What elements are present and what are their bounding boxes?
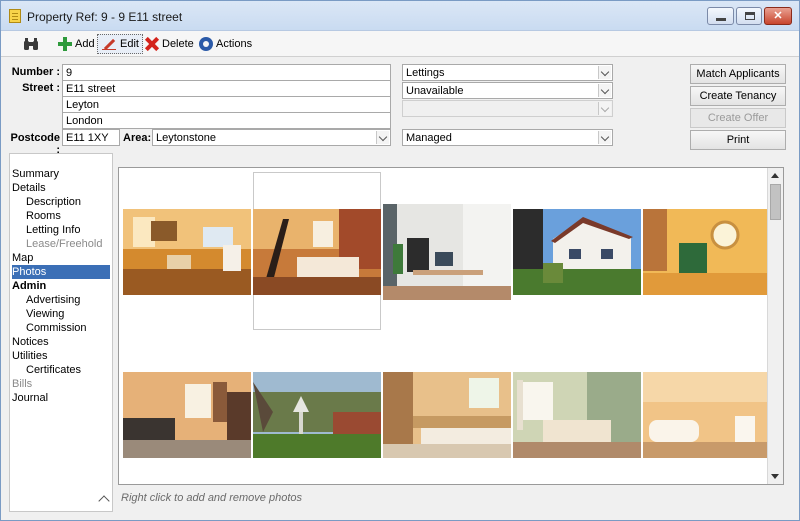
scroll-up-icon[interactable] [771, 173, 779, 178]
photo-thumbnail[interactable] [123, 209, 251, 295]
address-line3-field[interactable]: London [62, 112, 391, 129]
number-field[interactable]: 9 [62, 64, 391, 81]
close-button[interactable]: ✕ [764, 7, 792, 25]
listing-type-value: Lettings [406, 67, 445, 79]
photo-thumbnail[interactable] [643, 209, 771, 295]
street-field[interactable]: E11 street [62, 80, 391, 97]
scroll-thumb[interactable] [770, 184, 781, 220]
chevron-up-icon[interactable] [98, 495, 110, 507]
delete-x-icon [145, 37, 159, 51]
management-value: Managed [406, 132, 452, 144]
area-select[interactable]: Leytonstone [152, 129, 391, 146]
window-title: Property Ref: 9 - 9 E11 street [27, 10, 183, 24]
photo-thumbnail[interactable] [253, 372, 381, 458]
photo-thumbnail[interactable] [513, 209, 641, 295]
print-button[interactable]: Print [690, 130, 786, 150]
minimize-button[interactable] [707, 7, 734, 25]
number-label: Number : [11, 66, 60, 78]
nav-item-map[interactable]: Map [12, 251, 33, 265]
photos-scrollbar[interactable] [767, 168, 783, 484]
section-nav: Summary Details Description Rooms Lettin… [9, 153, 113, 512]
create-offer-button: Create Offer [690, 108, 786, 128]
document-icon [9, 9, 21, 23]
nav-item-journal[interactable]: Journal [12, 391, 48, 405]
edit-label: Edit [120, 38, 139, 50]
scroll-down-icon[interactable] [771, 474, 779, 479]
match-applicants-button[interactable]: Match Applicants [690, 64, 786, 84]
postcode-field[interactable]: E11 1XY [62, 129, 120, 146]
create-tenancy-button[interactable]: Create Tenancy [690, 86, 786, 106]
nav-item-letting-info[interactable]: Letting Info [26, 223, 80, 237]
listing-type-select[interactable]: Lettings [402, 64, 613, 81]
toolbar: Add Edit Delete Actions [1, 31, 799, 57]
status-value: Unavailable [406, 85, 464, 97]
chevron-down-icon [598, 84, 611, 97]
area-value: Leytonstone [156, 132, 216, 144]
address-line2-field[interactable]: Leyton [62, 96, 391, 113]
management-select[interactable]: Managed [402, 129, 613, 146]
photo-thumbnail[interactable] [253, 209, 381, 295]
edit-button[interactable]: Edit [97, 34, 143, 54]
nav-item-rooms[interactable]: Rooms [26, 209, 61, 223]
title-bar: Property Ref: 9 - 9 E11 street ✕ [1, 1, 799, 31]
minimize-icon [716, 18, 726, 21]
nav-item-certificates[interactable]: Certificates [26, 363, 81, 377]
nav-item-notices[interactable]: Notices [12, 335, 49, 349]
chevron-down-icon [376, 131, 389, 144]
delete-button[interactable]: Delete [142, 34, 197, 54]
nav-item-admin[interactable]: Admin [12, 279, 46, 293]
binoculars-icon[interactable] [23, 36, 39, 52]
nav-item-advertising[interactable]: Advertising [26, 293, 80, 307]
nav-item-photos[interactable]: Photos [12, 265, 110, 279]
photo-thumbnail[interactable] [383, 372, 511, 458]
actions-label: Actions [216, 38, 253, 50]
nav-item-commission[interactable]: Commission [26, 321, 87, 335]
add-button[interactable]: Add [55, 34, 98, 54]
nav-item-description[interactable]: Description [26, 195, 81, 209]
chevron-down-icon [598, 66, 611, 79]
close-icon: ✕ [773, 10, 783, 22]
nav-item-lease-freehold: Lease/Freehold [26, 238, 103, 250]
nav-item-details[interactable]: Details [12, 181, 46, 195]
photo-thumbnail[interactable] [123, 372, 251, 458]
gear-icon [199, 37, 213, 51]
photo-thumbnail[interactable] [643, 372, 771, 458]
add-label: Add [75, 38, 95, 50]
maximize-icon [745, 12, 755, 20]
pencil-icon [101, 37, 117, 51]
photo-gallery[interactable] [118, 167, 784, 485]
photo-thumbnail[interactable] [383, 204, 511, 300]
area-label: Area: [123, 132, 152, 144]
status-select[interactable]: Unavailable [402, 82, 613, 99]
photo-thumbnail[interactable] [513, 372, 641, 458]
nav-item-bills: Bills [12, 378, 33, 390]
nav-item-viewing[interactable]: Viewing [26, 307, 64, 321]
plus-icon [58, 37, 72, 51]
nav-item-summary[interactable]: Summary [12, 167, 59, 181]
maximize-button[interactable] [736, 7, 762, 25]
photos-hint: Right click to add and remove photos [121, 492, 302, 504]
status-detail-select [402, 100, 613, 117]
actions-button[interactable]: Actions [196, 34, 255, 54]
nav-item-utilities[interactable]: Utilities [12, 349, 47, 363]
street-label: Street : [22, 82, 60, 94]
property-window: Property Ref: 9 - 9 E11 street ✕ Add Edi… [0, 0, 800, 521]
delete-label: Delete [162, 38, 194, 50]
chevron-down-icon [598, 131, 611, 144]
chevron-down-icon [598, 102, 611, 115]
